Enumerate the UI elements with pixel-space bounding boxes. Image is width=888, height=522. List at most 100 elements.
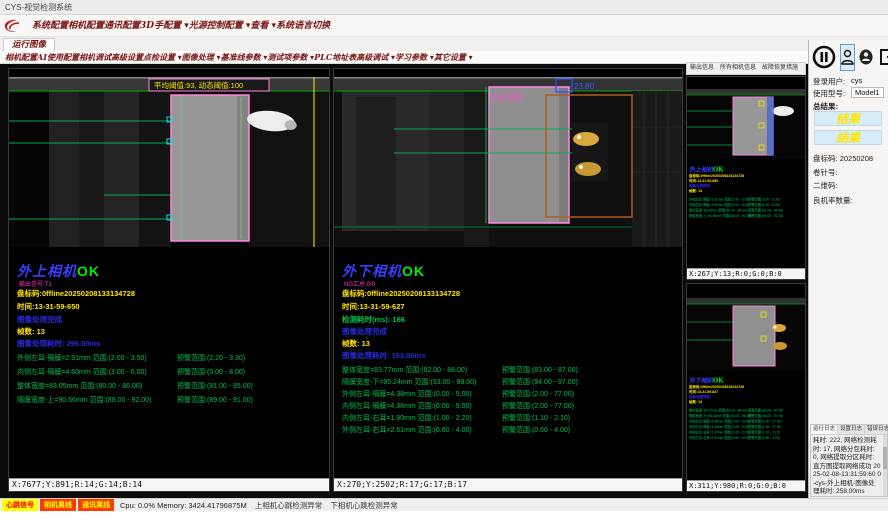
titlebar: CYS-视觉检测系统 bbox=[0, 0, 888, 15]
side-panel-header: 输出信息 所有相机信息 故障恢复措施 bbox=[686, 62, 806, 75]
needle-number-label: 卷针号: bbox=[813, 167, 838, 178]
app-window: CYS-视觉检测系统 系统配置相机配置通讯配置3D手配置 ▾光源控制配置 ▾查看… bbox=[0, 0, 888, 522]
sidebar: 登录用户: cys 使用型号: Model1 总结果: 结果 结果 盘标码: 2… bbox=[808, 40, 888, 498]
mini-camera-image-lower bbox=[687, 298, 805, 370]
mini-text-block-lower: 外下相机OK 盘标码:0ffline20250208133134728 时间:1… bbox=[689, 376, 807, 441]
measurement-value: 外侧左耳-隔膜=4.38mm 范围:(0.00 - 9.00) bbox=[342, 389, 472, 399]
measurement-warn-range: 预警范围:(81.00 - 85.00) bbox=[177, 381, 253, 391]
measurement-warn-range: 预警范围:(94.00 - 97.00) bbox=[502, 377, 578, 387]
exit-button[interactable] bbox=[877, 44, 888, 71]
model-select[interactable]: Model1 bbox=[851, 87, 884, 98]
electrode-tab-highlight bbox=[575, 162, 601, 176]
upper-camera-heartbeat-warning: 上相机心跳检测异常 bbox=[255, 500, 323, 511]
camera-name-label: 外上相机 bbox=[17, 264, 77, 280]
measurement-warn-range: 预警范围:(89.00 - 91.00) bbox=[177, 395, 253, 405]
camera-result-title: 外下相机OK bbox=[342, 261, 425, 281]
status-bar: 心跳信号 相机离线 通讯离线 Cpu: 0.0% Memory: 3424.41… bbox=[0, 498, 888, 511]
mini-text-block-upper: 外上相机OK 盘标码:0ffline20250208133134728 时间:1… bbox=[689, 165, 807, 219]
frames-line: 帧数: 13 bbox=[342, 338, 370, 349]
mini-camera-panel-lower[interactable]: 外下相机OK 盘标码:0ffline20250208133134728 时间:1… bbox=[686, 283, 806, 492]
user-button-active[interactable] bbox=[840, 44, 855, 71]
measurement-warn-range: 预警范围:(2.00 - 77.00) bbox=[502, 389, 574, 399]
measurement-warn-range: 预警范围:(83.00 - 87.00) bbox=[502, 365, 578, 375]
measurement-row: 外侧左耳-右耳=2.61mm 范围:(0.60 - 4.00) 预警范围:(0.… bbox=[334, 425, 682, 437]
comm-offline-badge: 通讯离线 bbox=[78, 499, 114, 511]
measurement-value: 外侧左耳-隔膜=2.91mm 范围:(2.00 - 3.50) bbox=[17, 353, 147, 363]
measurement-warn-range: 预警范围:(2.20 - 3.30) bbox=[177, 353, 245, 363]
threshold-annotation-text: 平均阈值:93, 动态阈值:100 bbox=[154, 80, 243, 90]
measurement-row: 内侧左耳-隔膜=4.38mm 范围:(0.00 - 9.00) 预警范围:(2.… bbox=[334, 401, 682, 413]
camera-result-title: 外上相机OK bbox=[17, 261, 100, 281]
login-user-value: cys bbox=[851, 76, 862, 85]
pause-button[interactable] bbox=[811, 44, 837, 71]
measurement-row: 内侧左耳-隔膜=4.60mm 范围:(3.00 - 6.00) 预警范围:(0.… bbox=[9, 367, 329, 381]
log-tab-settings[interactable]: 设置日志 bbox=[838, 425, 865, 434]
pause-icon bbox=[812, 45, 836, 69]
log-scrollbar[interactable] bbox=[883, 435, 887, 496]
time-line: 时间:13-31-59-627 bbox=[342, 301, 405, 312]
measurement-list: 整体宽度=83.77mm 范围:(82.00 - 88.00) 预警范围:(83… bbox=[334, 365, 682, 437]
user-icon bbox=[841, 49, 854, 65]
measurement-value: 内侧左耳-隔膜=4.38mm 范围:(0.00 - 9.00) bbox=[342, 401, 472, 411]
camera-view-upper[interactable]: 平均阈值:93, 动态阈值:100 外上相机OK 输出信号:T1 盘标码:0ff… bbox=[8, 68, 330, 492]
measurement-value: 外侧左耳-右耳=2.61mm 范围:(0.60 - 4.00) bbox=[342, 425, 472, 435]
camera-name-label: 外下相机 bbox=[342, 264, 402, 280]
log-tab-error[interactable]: 错误日志 bbox=[865, 425, 888, 434]
measurement-value: 整体宽度=83.05mm 范围:(80.00 - 86.00) bbox=[17, 381, 142, 391]
tray-barcode-label: 盘标码: 20250208 bbox=[813, 153, 873, 164]
measurement-warn-range: 预警范围:(0.60 - 4.00) bbox=[502, 425, 570, 435]
ng-count-label: 良机率数量: bbox=[813, 195, 853, 206]
measurement-list: 外侧左耳-隔膜=2.91mm 范围:(2.00 - 3.50) 预警范围:(2.… bbox=[9, 353, 329, 409]
barcode-line: 盘标码:0ffline20250208133134728 bbox=[17, 288, 135, 299]
barcode-line: 盘标码:0ffline20250208133134728 bbox=[342, 288, 460, 299]
tab-row: 运行图像 bbox=[0, 37, 888, 51]
model-label: 使用型号: bbox=[813, 88, 845, 99]
toolbar-item[interactable]: 相机配置AI使用配置相机调试高级设置点检设置 ▾图像处理 ▾基准线参数 ▾测试项… bbox=[0, 51, 478, 64]
measurement-warn-range: 预警范围:(1.10 - 2.10) bbox=[502, 413, 570, 423]
mini-camera-image-upper bbox=[687, 89, 805, 159]
electrode-tab-highlight bbox=[573, 132, 599, 146]
pixel-status-bar-upper: X:7677;Y:891;R:14;G:14;B:14 bbox=[9, 478, 329, 491]
output-info-tab[interactable]: 输出信息 bbox=[687, 63, 717, 74]
elapsed-line: 图像处理耗时: 163.00ms bbox=[342, 350, 425, 361]
heartbeat-badge: 心跳信号 bbox=[2, 499, 38, 511]
window-title: CYS-视觉检测系统 bbox=[0, 0, 888, 15]
camera-image-lower[interactable]: 23.80 AI检测框 bbox=[334, 77, 682, 247]
user-filled-icon bbox=[859, 49, 873, 65]
measurement-row: 隔膜宽度-上=90.56mm 范围:(88.00 - 92.00) 预警范围:(… bbox=[9, 395, 329, 409]
camera-result-ok: OK bbox=[402, 263, 425, 279]
process-done-line: 图像处理完成 bbox=[17, 314, 62, 325]
measurement-row: 外侧左耳-隔膜=2.91mm 范围:(2.00 - 3.50) 预警范围:(2.… bbox=[9, 353, 329, 367]
signal-note: 输出信号:T1 bbox=[19, 279, 52, 288]
cell-roi-box bbox=[489, 87, 569, 223]
process-done-line: 图像处理完成 bbox=[342, 326, 387, 337]
camera-result-ok: OK bbox=[77, 263, 100, 279]
mini-camera-panel-upper[interactable]: 外上相机OK 盘标码:0ffline20250208133134728 时间:1… bbox=[686, 76, 806, 280]
camera-view-lower[interactable]: 23.80 AI检测框 外下相机OK NG汇总:0/0 盘标码:0ffline2… bbox=[333, 68, 683, 492]
tab-run-image[interactable]: 运行图像 bbox=[3, 38, 55, 51]
ai-detect-label: AI检测框 bbox=[492, 92, 524, 102]
result-box-upper: 结果 bbox=[814, 111, 882, 126]
camera-image-upper[interactable]: 平均阈值:93, 动态阈值:100 bbox=[9, 77, 329, 247]
fault-recovery-tab[interactable]: 故障恢复措施 bbox=[759, 63, 801, 74]
detect-elapsed-line: 检测耗时(ms): 166 bbox=[342, 314, 405, 325]
measurement-value: 内侧左耳-隔膜=4.60mm 范围:(3.00 - 6.00) bbox=[17, 367, 147, 377]
log-tab-run[interactable]: 运行日志 bbox=[811, 425, 838, 434]
pixel-status-bar-lower: X:270;Y:2502;R:17;G:17;B:17 bbox=[334, 478, 682, 491]
user-button-dark[interactable] bbox=[858, 44, 874, 71]
mini-status-lower: X:311;Y:980;R:0;G:0;B:0 bbox=[687, 480, 805, 491]
menu-item[interactable]: 系统配置相机配置通讯配置3D手配置 ▾光源控制配置 ▾查看 ▾系统语言切换 bbox=[26, 15, 336, 37]
app-logo-icon bbox=[3, 18, 21, 34]
measurement-value: 隔膜宽度-上=90.56mm 范围:(88.00 - 92.00) bbox=[17, 395, 151, 405]
tray-barcode-value: 20250208 bbox=[840, 154, 873, 163]
measurement-row: 隔膜宽度-下=95.24mm 范围:(93.00 - 98.00) 预警范围:(… bbox=[334, 377, 682, 389]
frames-line: 帧数: 13 bbox=[17, 326, 45, 337]
measurement-value: 整体宽度=83.77mm 范围:(82.00 - 88.00) bbox=[342, 365, 467, 375]
all-cameras-tab[interactable]: 所有相机信息 bbox=[717, 63, 759, 74]
time-line: 时间:13-31-59-650 bbox=[17, 301, 80, 312]
result-box-lower: 结果 bbox=[814, 130, 882, 145]
lower-camera-heartbeat-warning: 下相机心跳检测异常 bbox=[330, 500, 398, 511]
qrcode-label: 二维码: bbox=[813, 180, 838, 191]
measurement-row: 整体宽度=83.05mm 范围:(80.00 - 86.00) 预警范围:(81… bbox=[9, 381, 329, 395]
measurement-value: 隔膜宽度-下=95.24mm 范围:(93.00 - 98.00) bbox=[342, 377, 476, 387]
